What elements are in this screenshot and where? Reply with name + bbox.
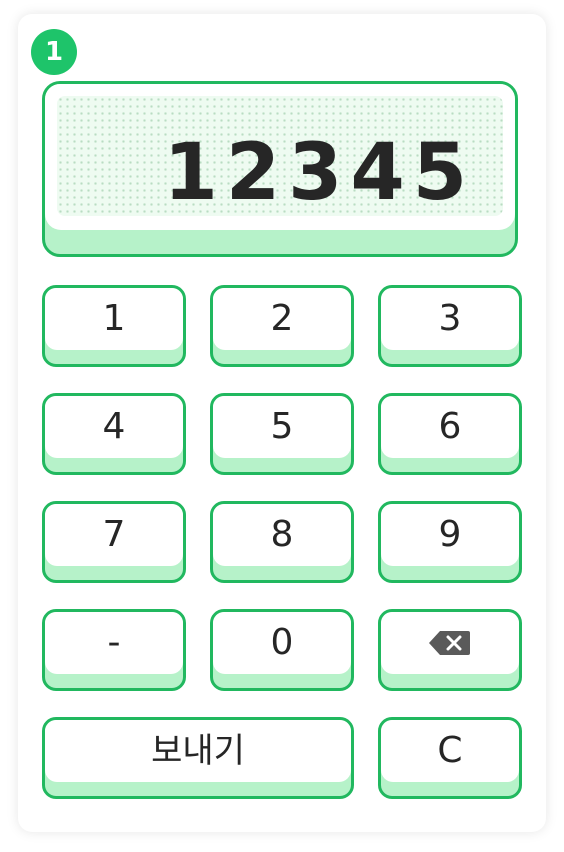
key-2-label: 2 (270, 298, 294, 339)
clear-button[interactable]: C (378, 717, 522, 799)
key-8[interactable]: 8 (210, 501, 354, 583)
key-1[interactable]: 1 (42, 285, 186, 367)
send-button-label: 보내기 (151, 731, 245, 771)
key-3-label: 3 (438, 298, 462, 339)
key-4-label: 4 (102, 406, 126, 447)
key-0[interactable]: 0 (210, 609, 354, 691)
key-3[interactable]: 3 (378, 285, 522, 367)
backspace-icon (429, 631, 470, 655)
display-face: 12345 (45, 84, 515, 230)
send-button[interactable]: 보내기 (42, 717, 354, 799)
display-value: 12345 (163, 128, 475, 218)
key-7-label: 7 (102, 514, 126, 555)
key-0-label: 0 (270, 622, 294, 663)
key-2[interactable]: 2 (210, 285, 354, 367)
key-7[interactable]: 7 (42, 501, 186, 583)
key-6-label: 6 (438, 406, 462, 447)
key-minus[interactable]: - (42, 609, 186, 691)
key-8-label: 8 (270, 514, 294, 555)
key-5-label: 5 (270, 406, 294, 447)
key-minus-label: - (107, 622, 121, 663)
key-6[interactable]: 6 (378, 393, 522, 475)
backspace-button[interactable] (378, 609, 522, 691)
clear-button-label: C (437, 730, 463, 771)
step-badge: 1 (31, 29, 77, 75)
number-display: 12345 (42, 81, 518, 257)
key-9-label: 9 (438, 514, 462, 555)
key-5[interactable]: 5 (210, 393, 354, 475)
key-9[interactable]: 9 (378, 501, 522, 583)
key-4[interactable]: 4 (42, 393, 186, 475)
display-screen: 12345 (57, 96, 503, 216)
key-1-label: 1 (102, 298, 126, 339)
